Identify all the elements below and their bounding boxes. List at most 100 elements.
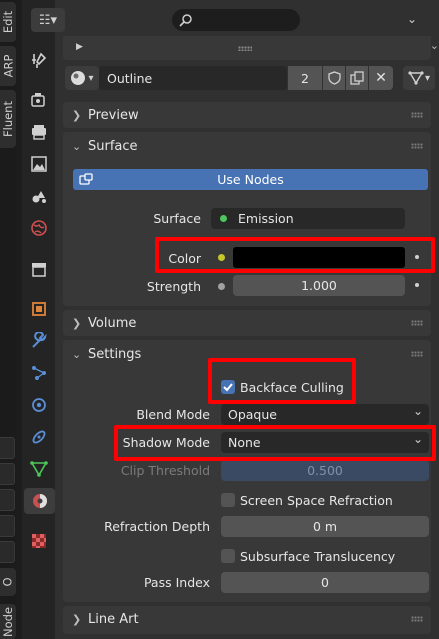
particles-icon[interactable] bbox=[26, 360, 52, 386]
surface-panel: ⌄ Surface Use Nodes Surface Emission Col… bbox=[63, 132, 431, 306]
surface-shader-field[interactable]: Emission bbox=[211, 208, 405, 229]
editor-type-button[interactable]: ☷▾ bbox=[31, 8, 65, 32]
color-socket-icon[interactable] bbox=[218, 254, 225, 261]
duplicate-button[interactable] bbox=[346, 66, 368, 90]
unlink-button[interactable]: ✕ bbox=[369, 66, 393, 90]
chevron-right-icon: ❯ bbox=[72, 108, 82, 122]
pass-index-value: 0 bbox=[321, 575, 329, 590]
material-selector-row: ▾ Outline 2 ✕ ▾ bbox=[55, 66, 439, 90]
shadow-mode-value: None bbox=[228, 435, 261, 450]
use-nodes-button[interactable]: Use Nodes bbox=[73, 169, 428, 190]
modifier-icon[interactable] bbox=[26, 328, 52, 354]
pass-index-field[interactable]: 0 bbox=[221, 572, 429, 593]
material-users-count[interactable]: 2 bbox=[288, 66, 322, 90]
chevron-down-icon: ▾ bbox=[88, 72, 94, 84]
keyframe-dot-icon[interactable] bbox=[415, 255, 419, 259]
drag-grip-icon[interactable] bbox=[411, 143, 423, 149]
subsurface-translucency-toggle[interactable]: Subsurface Translucency bbox=[221, 547, 421, 565]
tab-blank-5[interactable] bbox=[0, 541, 15, 563]
tab-blank-2[interactable] bbox=[0, 463, 15, 485]
surface-label: Surface bbox=[153, 211, 201, 226]
subsurface-translucency-label: Subsurface Translucency bbox=[240, 548, 396, 564]
constraints-icon[interactable] bbox=[26, 424, 52, 450]
shader-socket-icon bbox=[220, 215, 227, 222]
keyframe-dot-icon[interactable] bbox=[415, 283, 419, 287]
render-icon[interactable] bbox=[26, 87, 52, 113]
node-tree-chevron-icon: ▾ bbox=[424, 72, 431, 84]
editor-type-icon: ☷▾ bbox=[38, 12, 58, 28]
backface-culling-label: Backface Culling bbox=[240, 379, 344, 395]
node-tree-icon bbox=[408, 71, 424, 85]
line-art-header[interactable]: ❯ Line Art bbox=[63, 606, 431, 632]
world-icon[interactable] bbox=[26, 215, 52, 241]
surface-title: Surface bbox=[88, 138, 138, 154]
preview-title: Preview bbox=[88, 107, 139, 123]
refraction-depth-value: 0 m bbox=[312, 519, 338, 534]
physics-icon[interactable] bbox=[26, 392, 52, 418]
color-swatch[interactable] bbox=[233, 247, 405, 268]
line-art-title: Line Art bbox=[88, 611, 139, 627]
tab-fluent[interactable]: Fluent bbox=[0, 90, 16, 148]
material-icon[interactable] bbox=[24, 488, 55, 514]
data-icon[interactable] bbox=[26, 456, 52, 482]
checkbox-unchecked-icon bbox=[221, 493, 235, 507]
tab-blank-3[interactable] bbox=[0, 489, 15, 511]
node-tree-button[interactable]: ▾ bbox=[403, 66, 435, 90]
strength-value: 1.000 bbox=[301, 278, 337, 293]
drag-grip-icon[interactable] bbox=[411, 351, 423, 357]
strength-label: Strength bbox=[146, 279, 201, 294]
volume-header[interactable]: ❯ Volume bbox=[63, 310, 431, 336]
volume-panel: ❯ Volume bbox=[63, 310, 431, 336]
strip-chevron-icon: ⌄ bbox=[429, 39, 439, 52]
screen-space-refraction-toggle[interactable]: Screen Space Refraction bbox=[221, 491, 421, 509]
clip-threshold-value: 0.500 bbox=[307, 463, 343, 478]
scene-icon[interactable] bbox=[26, 183, 52, 209]
surface-header[interactable]: ⌄ Surface bbox=[63, 132, 431, 160]
drag-grip-icon[interactable] bbox=[411, 112, 423, 118]
settings-header[interactable]: ⌄ Settings bbox=[63, 340, 431, 368]
object-icon[interactable] bbox=[26, 296, 52, 322]
output-icon[interactable] bbox=[26, 119, 52, 145]
chevron-down-icon: ⌄ bbox=[72, 347, 82, 361]
search-input[interactable] bbox=[172, 9, 300, 31]
context-strip[interactable]: ▶ ⌄ bbox=[63, 36, 439, 60]
tab-arp-label: ARP bbox=[1, 54, 16, 78]
backface-culling-toggle[interactable]: Backface Culling bbox=[221, 378, 401, 396]
tab-blank-1[interactable] bbox=[0, 437, 15, 459]
view-layer-icon[interactable] bbox=[26, 151, 52, 177]
collection-icon[interactable] bbox=[26, 256, 52, 282]
tab-o-label: O bbox=[1, 577, 15, 587]
tab-o[interactable]: O bbox=[0, 568, 16, 596]
duplicate-icon bbox=[350, 71, 364, 85]
shadow-mode-label: Shadow Mode bbox=[122, 435, 210, 450]
tab-node[interactable]: Node bbox=[0, 604, 16, 639]
color-label: Color bbox=[168, 251, 201, 266]
refraction-depth-field[interactable]: 0 m bbox=[221, 516, 429, 537]
tab-blank-4[interactable] bbox=[0, 515, 15, 537]
fake-user-button[interactable] bbox=[323, 66, 345, 90]
shadow-mode-select[interactable]: None ⌄ bbox=[221, 432, 429, 453]
drag-grip-icon[interactable] bbox=[411, 320, 423, 326]
preview-header[interactable]: ❯ Preview bbox=[63, 102, 431, 128]
strength-socket-icon[interactable] bbox=[218, 283, 225, 290]
texture-icon[interactable] bbox=[26, 528, 52, 554]
tab-edit[interactable]: Edit bbox=[0, 2, 16, 42]
header-dropdown-chevron[interactable]: ⌄ bbox=[407, 12, 431, 28]
tool-icon[interactable] bbox=[26, 48, 52, 74]
chevron-down-icon: ⌄ bbox=[412, 404, 423, 418]
chevron-right-icon: ❯ bbox=[72, 612, 82, 626]
refraction-depth-label: Refraction Depth bbox=[104, 519, 210, 534]
material-name-field[interactable]: Outline bbox=[99, 66, 287, 90]
settings-panel: ⌄ Settings Backface Culling Blend Mode O… bbox=[63, 340, 431, 602]
drag-grip-icon[interactable] bbox=[411, 616, 423, 622]
tab-arp[interactable]: ARP bbox=[0, 46, 16, 86]
properties-editor: ☷▾ ⌄ ▶ ⌄ ▾ Outline 2 ✕ ▾ ❯ Preview ⌄ Sur… bbox=[31, 0, 439, 639]
unlink-x-icon: ✕ bbox=[375, 70, 387, 86]
tab-edit-label: Edit bbox=[1, 10, 15, 34]
use-nodes-label: Use Nodes bbox=[217, 172, 284, 187]
tab-node-label: Node bbox=[1, 606, 16, 637]
blend-mode-select[interactable]: Opaque ⌄ bbox=[221, 404, 429, 425]
strength-field[interactable]: 1.000 bbox=[233, 275, 405, 296]
browse-material-button[interactable]: ▾ bbox=[65, 66, 99, 90]
preview-panel: ❯ Preview bbox=[63, 102, 431, 128]
